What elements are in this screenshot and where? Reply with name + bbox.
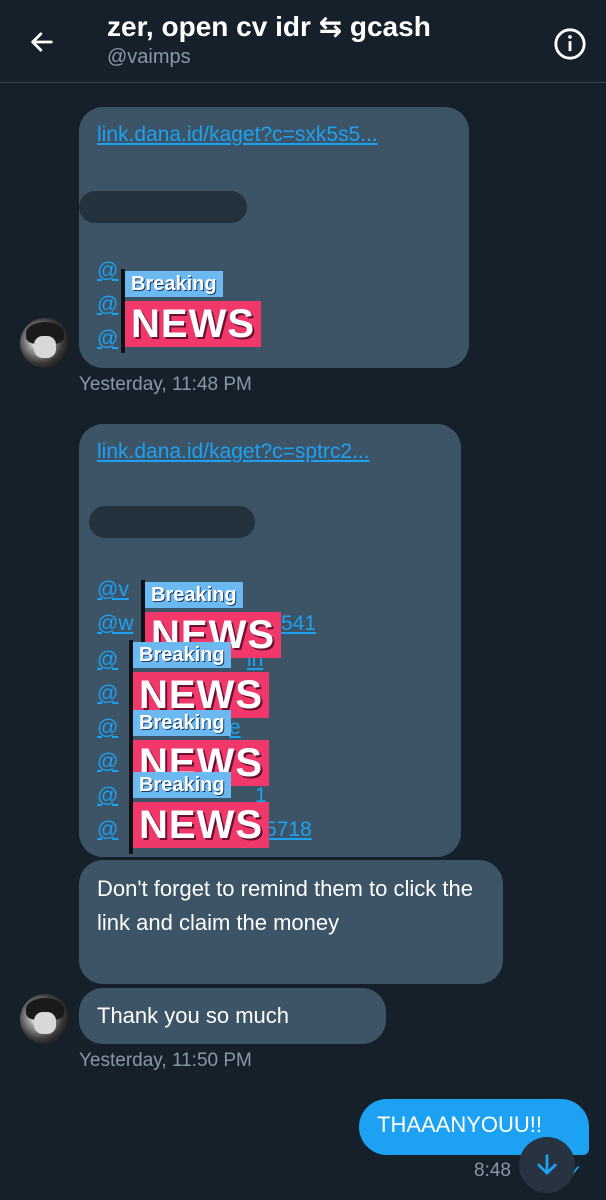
mention-link[interactable]: @	[97, 750, 118, 774]
redacted-text	[79, 191, 247, 223]
mention-link[interactable]: @	[97, 784, 118, 808]
sticker-breaking-label: Breaking	[133, 710, 231, 736]
conversation-handle: @vaimps	[107, 46, 191, 68]
message-text: Thank you so much	[97, 1003, 289, 1028]
mention-link[interactable]: @	[97, 682, 118, 706]
arrow-down-icon	[537, 1154, 557, 1175]
sent-message-time: 8:48	[474, 1160, 511, 1181]
back-button[interactable]	[22, 22, 62, 62]
avatar[interactable]	[20, 994, 70, 1044]
sticker-breaking-label: Breaking	[133, 642, 231, 668]
arrow-left-icon	[31, 32, 53, 52]
avatar[interactable]	[20, 318, 70, 368]
mention-link[interactable]: @v	[97, 578, 129, 602]
conversation-header: zer, open cv idr ⇆ gcash @vaimps	[0, 0, 606, 83]
mention-link[interactable]: @	[97, 648, 118, 672]
message-link[interactable]: link.dana.id/kaget?c=sptrc2...	[97, 440, 447, 464]
sticker-news-label: NEWS	[125, 301, 261, 347]
sticker-breaking-label: Breaking	[133, 772, 231, 798]
mention-link[interactable]: @	[97, 716, 118, 740]
message-bubble[interactable]: Don't forget to remind them to click the…	[79, 860, 503, 984]
message-timestamp: Yesterday, 11:48 PM	[79, 374, 252, 395]
mention-link[interactable]: @	[97, 293, 118, 317]
redacted-text	[89, 506, 255, 538]
sent-message-text: THAAANYOUU!!	[377, 1112, 543, 1137]
info-icon	[554, 28, 586, 60]
scroll-to-bottom-button[interactable]	[519, 1137, 575, 1193]
breaking-news-sticker: Breaking NEWS	[121, 269, 281, 353]
message-bubble[interactable]: link.dana.id/kaget?c=sxk5s5... @ @ @ Bre…	[79, 107, 469, 368]
message-bubble[interactable]: link.dana.id/kaget?c=sptrc2... @v @w @ @…	[79, 424, 461, 857]
message-link[interactable]: link.dana.id/kaget?c=sxk5s5...	[97, 123, 453, 147]
conversation-title: zer, open cv idr ⇆ gcash	[107, 11, 431, 42]
breaking-news-sticker: Breaking NEWS	[129, 770, 289, 854]
mention-link[interactable]: @w	[97, 612, 133, 636]
mention-link[interactable]: @	[97, 327, 118, 351]
mention-link[interactable]: @	[97, 818, 118, 842]
sticker-news-label: NEWS	[133, 802, 269, 848]
sticker-breaking-label: Breaking	[145, 582, 243, 608]
mention-link[interactable]: @	[97, 259, 118, 283]
message-bubble[interactable]: Thank you so much	[79, 988, 386, 1044]
sticker-breaking-label: Breaking	[125, 271, 223, 297]
info-button[interactable]	[550, 24, 590, 64]
message-timestamp: Yesterday, 11:50 PM	[79, 1050, 252, 1071]
message-text: Don't forget to remind them to click the…	[97, 876, 473, 935]
